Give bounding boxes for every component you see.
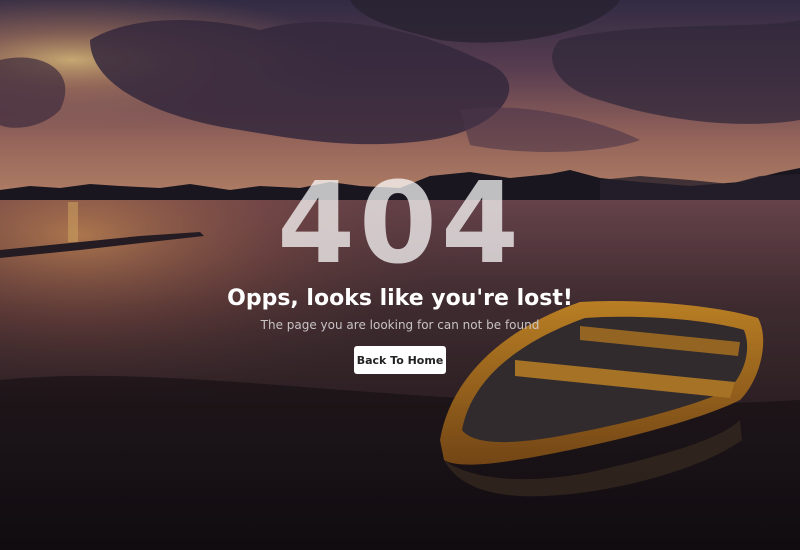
error-content: 404 Opps, looks like you're lost! The pa… <box>0 0 800 550</box>
error-title: Opps, looks like you're lost! <box>227 286 573 311</box>
back-to-home-button[interactable]: Back To Home <box>354 346 446 374</box>
error-subtitle: The page you are looking for can not be … <box>260 318 540 332</box>
error-code: 404 <box>277 159 523 289</box>
